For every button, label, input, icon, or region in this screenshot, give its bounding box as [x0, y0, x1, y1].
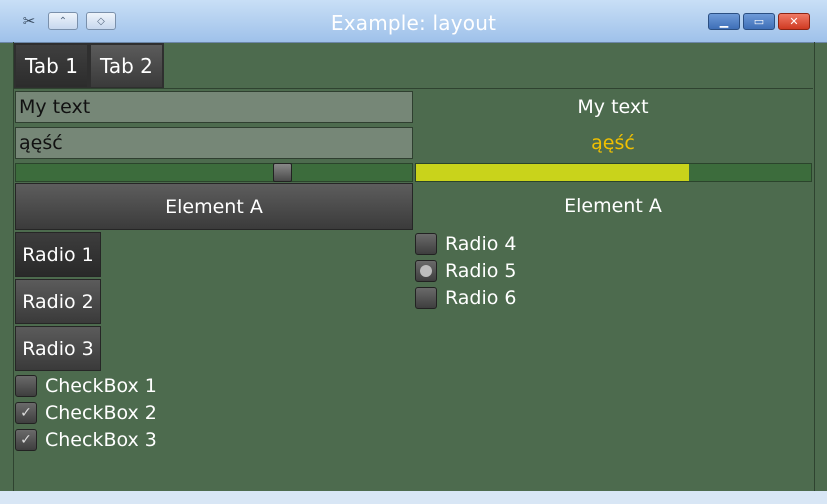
- title-bar: ✂ ⌃ ◇ Example: layout ▁ ▭ ✕: [0, 0, 827, 43]
- minimize-icon[interactable]: ▁: [708, 13, 740, 30]
- radio-1-button[interactable]: Radio 1: [15, 232, 101, 277]
- text-input-2[interactable]: ąęść: [15, 127, 413, 159]
- check-icon: ✓: [20, 432, 32, 448]
- radio-6-indicator[interactable]: [415, 287, 437, 309]
- radio-5-label: Radio 5: [445, 260, 517, 282]
- checkbox-3-box[interactable]: ✓: [15, 429, 37, 451]
- window-title: Example: layout: [330, 11, 497, 35]
- slider-track[interactable]: [15, 163, 413, 182]
- checkbox-1[interactable]: CheckBox 1: [15, 375, 157, 397]
- radio-selected-dot-icon: [420, 265, 432, 277]
- mirror-label-2: ąęść: [591, 132, 635, 154]
- close-icon[interactable]: ✕: [778, 13, 810, 30]
- check-icon: ✓: [20, 405, 32, 421]
- radio-6-label: Radio 6: [445, 287, 517, 309]
- checkbox-2[interactable]: ✓ CheckBox 2: [15, 402, 157, 424]
- checkbox-2-box[interactable]: ✓: [15, 402, 37, 424]
- checkbox-1-box[interactable]: [15, 375, 37, 397]
- element-a-label: Element A: [564, 195, 662, 217]
- radio-4-label: Radio 4: [445, 233, 517, 255]
- tab-2[interactable]: Tab 2: [88, 43, 164, 89]
- maximize-icon[interactable]: ▭: [743, 13, 775, 30]
- checkbox-3[interactable]: ✓ CheckBox 3: [15, 429, 157, 451]
- divider: [13, 88, 813, 89]
- checkbox-2-label: CheckBox 2: [45, 402, 157, 424]
- progress-fill: [416, 164, 689, 181]
- checkbox-1-label: CheckBox 1: [45, 375, 157, 397]
- title-bar-right-controls: ▁ ▭ ✕: [708, 13, 810, 30]
- progress-bar: [415, 163, 812, 182]
- radio-5-option[interactable]: Radio 5: [415, 260, 517, 282]
- radio-5-indicator[interactable]: [415, 260, 437, 282]
- tab-bar: Tab 1 Tab 2: [14, 43, 164, 89]
- radio-3-button[interactable]: Radio 3: [15, 326, 101, 371]
- element-a-button[interactable]: Element A: [15, 183, 413, 230]
- radio-4-indicator[interactable]: [415, 233, 437, 255]
- text-input-1[interactable]: My text: [15, 91, 413, 123]
- slider-thumb[interactable]: [272, 163, 292, 182]
- tab-1[interactable]: Tab 1: [14, 43, 89, 89]
- mirror-label-1: My text: [577, 96, 649, 118]
- radio-4-option[interactable]: Radio 4: [415, 233, 517, 255]
- radio-6-option[interactable]: Radio 6: [415, 287, 517, 309]
- checkbox-3-label: CheckBox 3: [45, 429, 157, 451]
- radio-2-button[interactable]: Radio 2: [15, 279, 101, 324]
- window-bottom-border: [0, 491, 827, 504]
